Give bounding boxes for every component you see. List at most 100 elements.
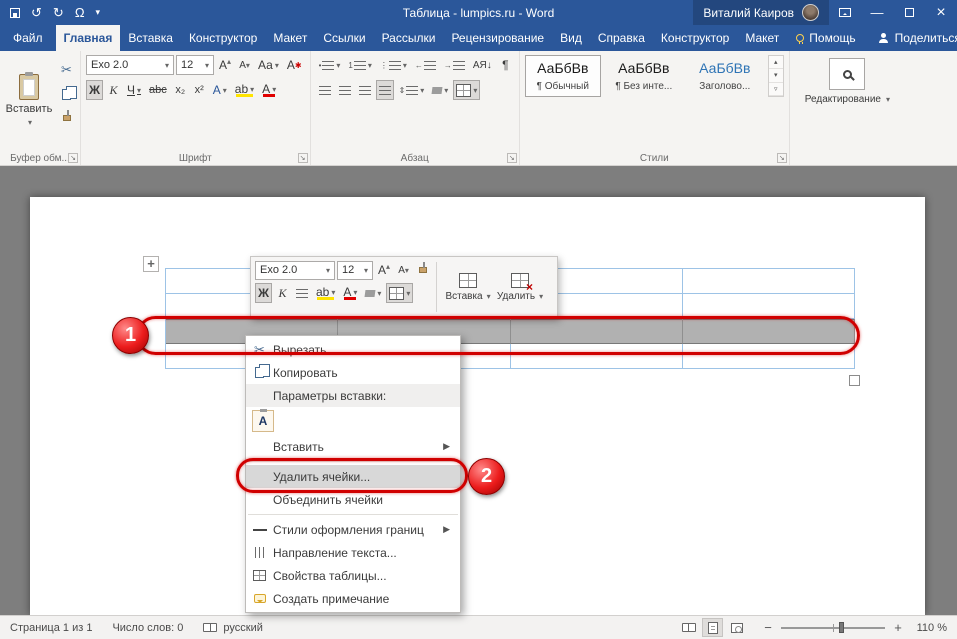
style-no-spacing[interactable]: АаБбВв ¶ Без инте...: [606, 55, 682, 97]
highlight-color-button[interactable]: ab▾: [232, 80, 257, 100]
clear-formatting-button[interactable]: А✱: [284, 55, 305, 75]
table-resize-handle[interactable]: [849, 375, 860, 386]
pilcrow-button[interactable]: ¶: [497, 55, 514, 75]
text-effects-button[interactable]: А▾: [210, 80, 230, 100]
ribbon-display-options-icon[interactable]: [829, 0, 861, 25]
mini-font-name-select[interactable]: Exo 2.0▾: [255, 261, 335, 280]
align-right-button[interactable]: [356, 80, 374, 100]
menu-item-new-comment[interactable]: Создать примечание: [246, 587, 460, 610]
tab-table-layout[interactable]: Макет: [737, 25, 787, 51]
mini-font-color-button[interactable]: А▾: [340, 283, 360, 303]
close-button[interactable]: ×: [925, 0, 957, 25]
read-mode-button[interactable]: [678, 618, 699, 637]
increase-indent-button[interactable]: →: [441, 55, 468, 75]
tab-help-ref[interactable]: Справка: [590, 25, 653, 51]
web-layout-button[interactable]: [726, 618, 747, 637]
borders-button[interactable]: ▾: [453, 80, 480, 100]
styles-gallery-expand-icon[interactable]: ▿: [769, 83, 783, 96]
save-icon[interactable]: [10, 8, 20, 18]
zoom-out-button[interactable]: −: [762, 620, 774, 635]
mini-borders-button[interactable]: ▾: [386, 283, 413, 303]
table-cell[interactable]: [683, 269, 855, 294]
decrease-indent-button[interactable]: ←: [412, 55, 439, 75]
line-spacing-button[interactable]: ⇕▾: [396, 80, 428, 100]
mini-shading-button[interactable]: ▾: [362, 283, 384, 303]
menu-item-insert[interactable]: Вставить ▶: [246, 435, 460, 458]
mini-font-size-select[interactable]: 12▾: [337, 261, 373, 280]
subscript-button[interactable]: x₂: [172, 80, 189, 100]
page-indicator[interactable]: Страница 1 из 1: [10, 622, 92, 634]
tab-file[interactable]: Файл: [0, 25, 56, 51]
mini-grow-font-button[interactable]: А▴: [375, 260, 393, 280]
minimize-button[interactable]: —: [861, 0, 893, 25]
tab-design[interactable]: Конструктор: [181, 25, 265, 51]
align-left-button[interactable]: [316, 80, 334, 100]
menu-paste-option-keep-text[interactable]: А: [246, 407, 460, 435]
account-block[interactable]: Виталий Каиров: [693, 0, 829, 25]
zoom-level[interactable]: 110 %: [911, 622, 947, 634]
font-color-button[interactable]: А▾: [259, 80, 279, 100]
numbering-button[interactable]: 1▾: [345, 55, 374, 75]
change-case-button[interactable]: Аа▾: [255, 55, 282, 75]
mini-highlight-button[interactable]: ab▾: [313, 283, 338, 303]
tab-home[interactable]: Главная: [56, 25, 121, 51]
scroll-up-icon[interactable]: ▴: [769, 56, 783, 69]
share-button[interactable]: Поделиться: [865, 25, 957, 51]
find-button[interactable]: [829, 58, 865, 90]
maximize-button[interactable]: [893, 0, 925, 25]
table-move-handle[interactable]: +: [143, 256, 159, 272]
tab-table-design[interactable]: Конструктор: [653, 25, 737, 51]
tab-layout[interactable]: Макет: [265, 25, 315, 51]
tab-references[interactable]: Ссылки: [315, 25, 373, 51]
strikethrough-button[interactable]: abc: [146, 80, 170, 100]
grow-font-button[interactable]: А▴: [216, 55, 234, 75]
format-painter-button[interactable]: [58, 108, 75, 128]
style-normal[interactable]: АаБбВв ¶ Обычный: [525, 55, 601, 97]
mini-delete-button[interactable]: Удалить▾: [494, 260, 546, 314]
editing-menu-button[interactable]: Редактирование ▾: [805, 94, 890, 105]
justify-button[interactable]: [376, 80, 394, 100]
tab-insert[interactable]: Вставка: [120, 25, 181, 51]
tab-review[interactable]: Рецензирование: [443, 25, 552, 51]
omega-symbol-icon[interactable]: Ω: [75, 6, 85, 19]
mini-styles-button[interactable]: [293, 283, 311, 303]
menu-item-table-properties[interactable]: Свойства таблицы...: [246, 564, 460, 587]
font-size-select[interactable]: 12▾: [176, 55, 214, 75]
tab-view[interactable]: Вид: [552, 25, 590, 51]
italic-button[interactable]: К: [105, 80, 122, 100]
align-center-button[interactable]: [336, 80, 354, 100]
avatar[interactable]: [802, 4, 819, 21]
superscript-button[interactable]: x²: [191, 80, 208, 100]
shrink-font-button[interactable]: А▾: [236, 55, 253, 75]
word-count[interactable]: Число слов: 0: [112, 622, 183, 634]
mini-format-painter-button[interactable]: [414, 260, 431, 280]
undo-icon[interactable]: ↺: [31, 6, 42, 19]
zoom-in-button[interactable]: +: [892, 620, 904, 635]
print-layout-button[interactable]: [702, 618, 723, 637]
redo-icon[interactable]: ↻: [53, 6, 64, 19]
mini-shrink-font-button[interactable]: А▾: [395, 260, 412, 280]
copy-button[interactable]: [58, 84, 75, 104]
font-dialog-launcher[interactable]: ↘: [298, 153, 308, 163]
styles-dialog-launcher[interactable]: ↘: [777, 153, 787, 163]
underline-button[interactable]: Ч▾: [124, 80, 144, 100]
shading-button[interactable]: ▾: [429, 80, 451, 100]
bold-button[interactable]: Ж: [86, 80, 103, 100]
scroll-down-icon[interactable]: ▾: [769, 69, 783, 82]
menu-item-border-styles[interactable]: Стили оформления границ ▶: [246, 518, 460, 541]
language-indicator[interactable]: русский: [203, 622, 262, 634]
mini-italic-button[interactable]: К: [274, 283, 291, 303]
zoom-slider-handle[interactable]: [839, 622, 844, 633]
font-name-select[interactable]: Exo 2.0▾: [86, 55, 174, 75]
customize-qat-icon[interactable]: ▾: [96, 8, 101, 17]
styles-scrollbar[interactable]: ▴ ▾ ▿: [768, 55, 784, 97]
bullets-button[interactable]: •▾: [316, 55, 344, 75]
zoom-slider[interactable]: [781, 627, 885, 629]
mini-insert-button[interactable]: Вставка▾: [442, 260, 494, 314]
menu-item-text-direction[interactable]: Направление текста...: [246, 541, 460, 564]
tab-mailings[interactable]: Рассылки: [374, 25, 444, 51]
paragraph-dialog-launcher[interactable]: ↘: [507, 153, 517, 163]
cut-button[interactable]: ✂: [58, 60, 75, 80]
help-button[interactable]: Помощь: [787, 25, 864, 51]
style-heading1[interactable]: АаБбВв Заголово...: [687, 55, 763, 97]
